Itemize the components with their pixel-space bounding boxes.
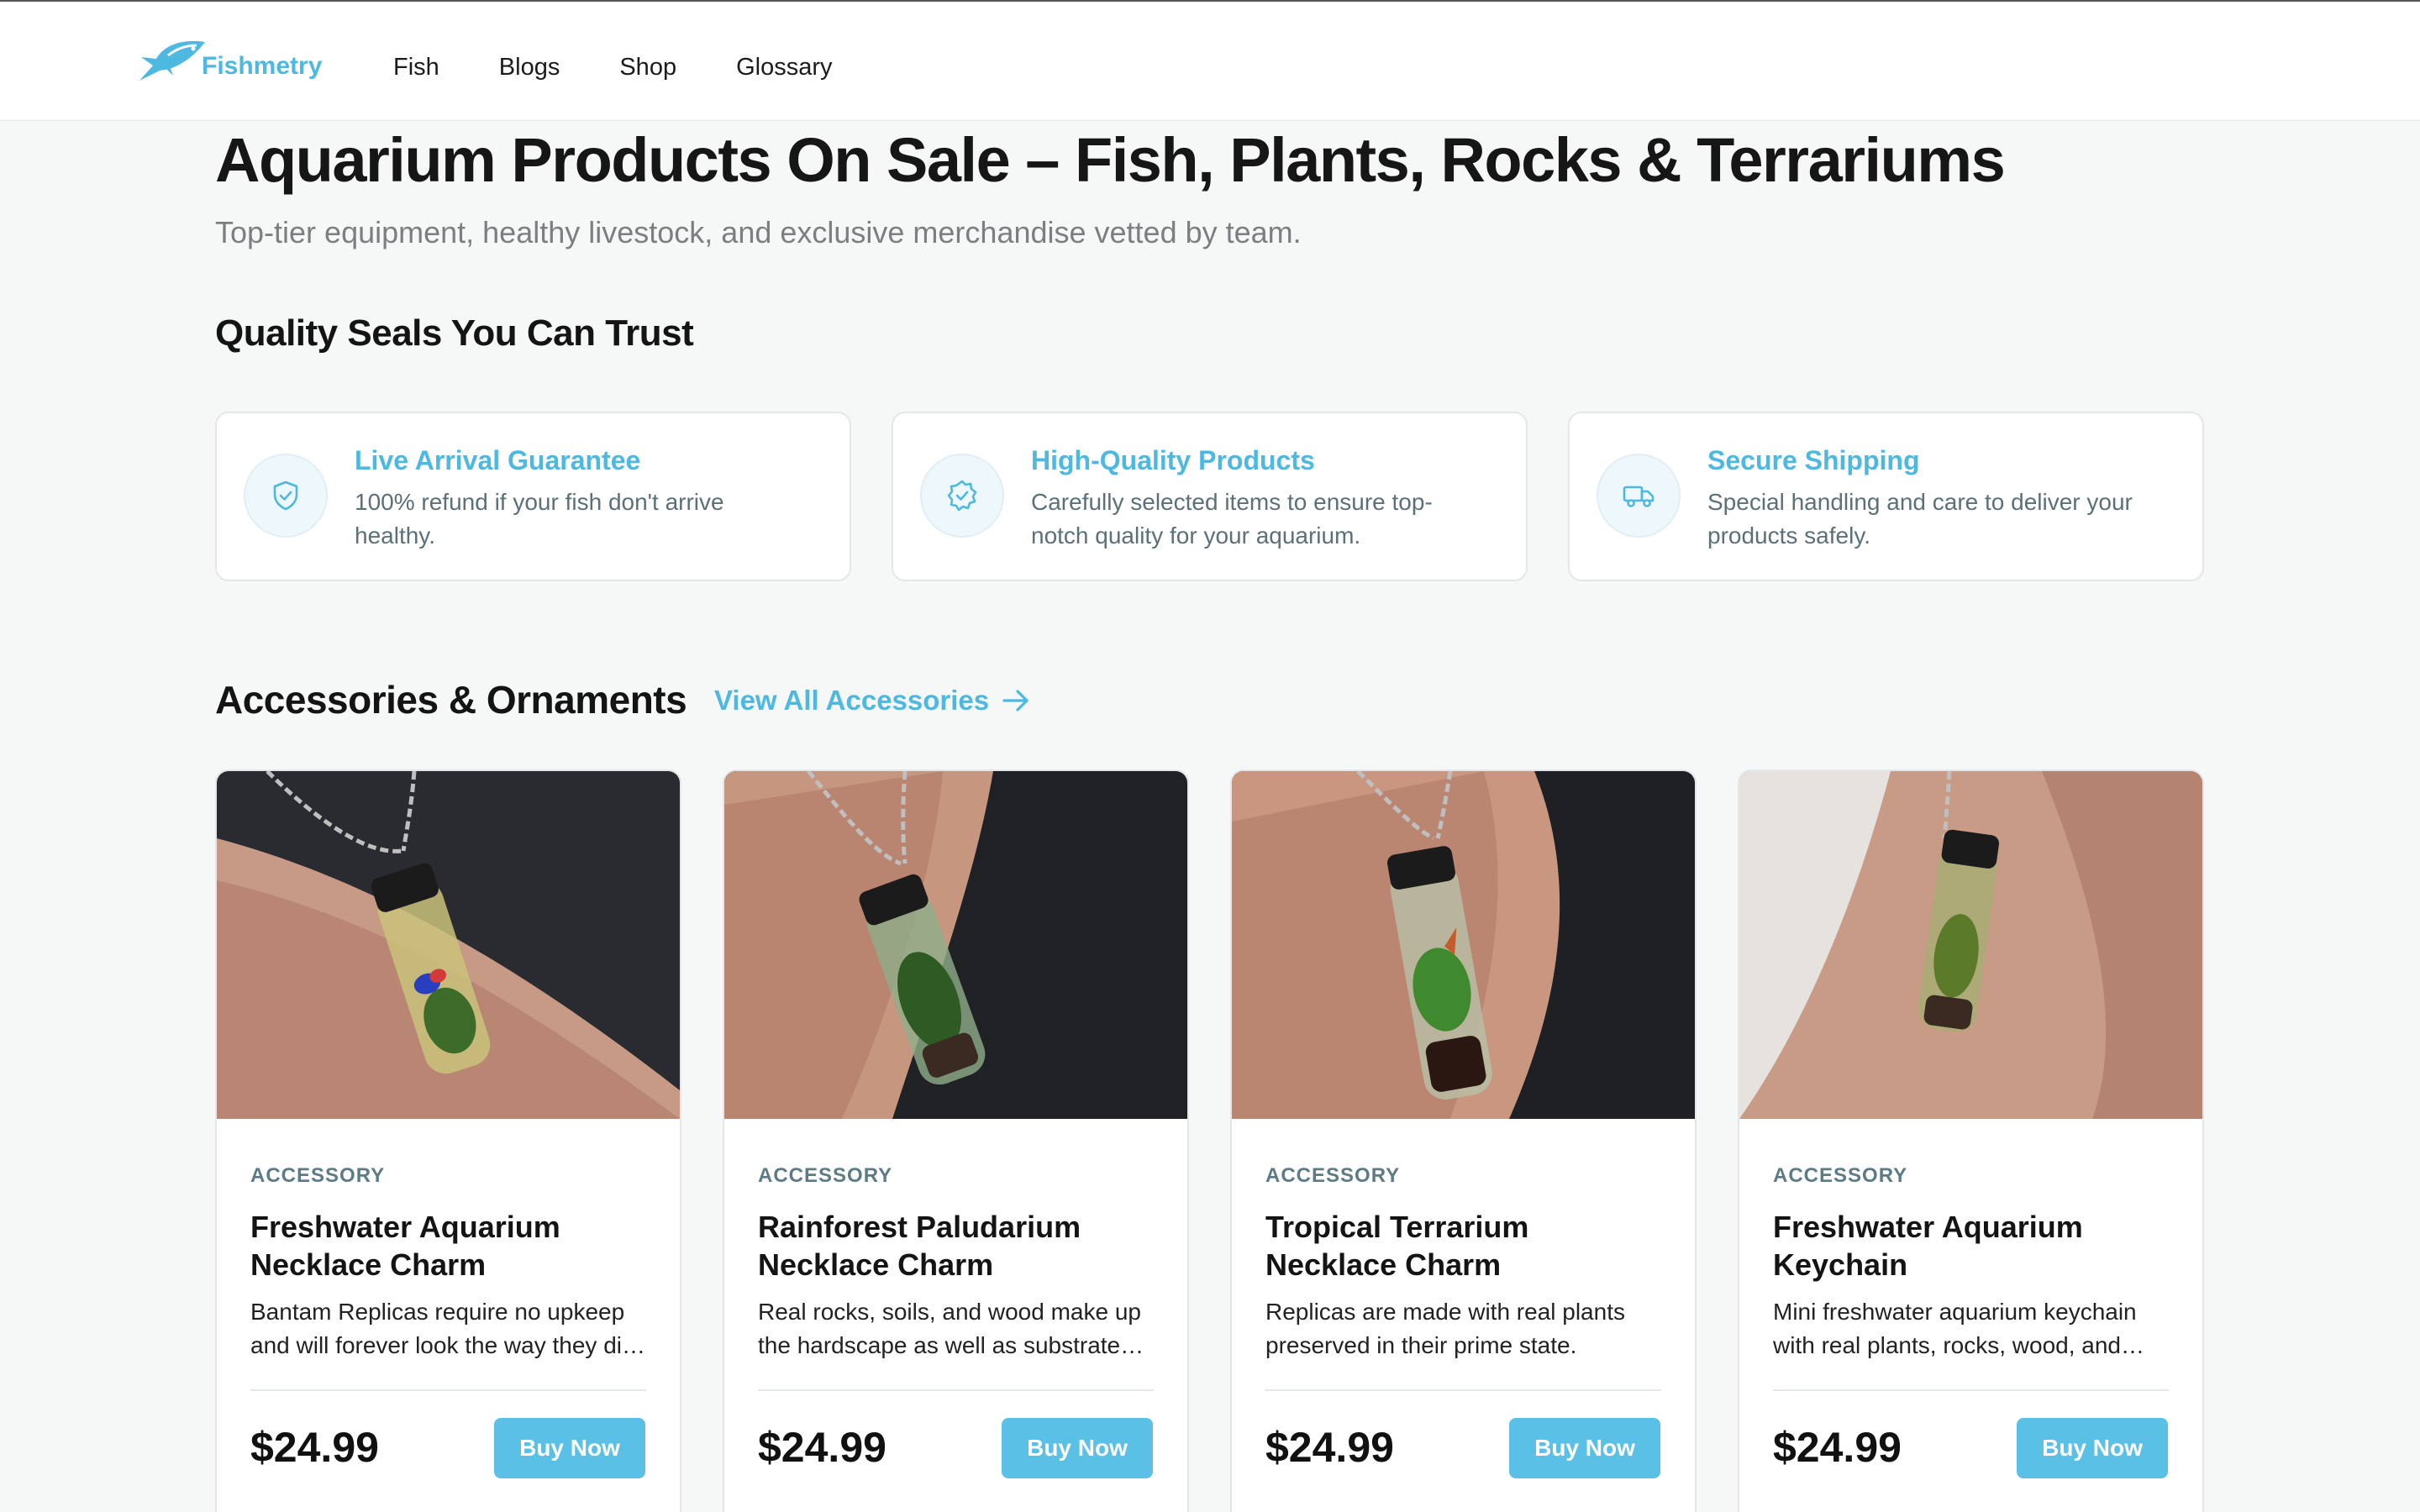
product-card[interactable]: ACCESSORY Freshwater Aquarium Necklace C… <box>215 769 681 1512</box>
brand-logo[interactable]: Fishmetry <box>134 32 322 91</box>
nav-links: Fish Blogs Shop Glossary <box>393 54 892 81</box>
buy-now-button[interactable]: Buy Now <box>1509 1418 1660 1478</box>
view-all-label: View All Accessories <box>714 685 990 716</box>
seal-title: High-Quality Products <box>1031 445 1315 475</box>
page-subtitle: Top-tier equipment, healthy livestock, a… <box>215 215 1302 249</box>
product-category: ACCESSORY <box>1773 1164 1908 1187</box>
product-card[interactable]: ACCESSORY Tropical Terrarium Necklace Ch… <box>1230 769 1697 1512</box>
product-card[interactable]: ACCESSORY Freshwater Aquarium Keychain M… <box>1738 769 2204 1512</box>
card-divider <box>758 1389 1154 1391</box>
product-name[interactable]: Rainforest Paludarium Necklace Charm <box>758 1208 1153 1284</box>
arrow-right-icon <box>1002 690 1028 711</box>
product-category: ACCESSORY <box>1265 1164 1401 1187</box>
seal-description: Special handling and care to deliver you… <box>1707 489 2133 549</box>
card-divider <box>250 1389 646 1391</box>
seal-card-high-quality: High-Quality Products Carefully selected… <box>892 412 1528 581</box>
card-divider <box>1773 1389 2169 1391</box>
seal-title: Live Arrival Guarantee <box>355 445 641 475</box>
product-name[interactable]: Freshwater Aquarium Necklace Charm <box>250 1208 645 1284</box>
top-navbar: Fishmetry Fish Blogs Shop Glossary <box>0 2 2420 121</box>
shield-check-icon <box>244 454 328 538</box>
seal-title: Secure Shipping <box>1707 445 1920 475</box>
fish-logo-icon <box>139 40 205 81</box>
badge-check-icon <box>920 454 1004 538</box>
product-category: ACCESSORY <box>758 1164 893 1187</box>
product-image[interactable] <box>1232 771 1695 1119</box>
seal-card-secure-shipping: Secure Shipping Special handling and car… <box>1568 412 2204 581</box>
product-description: Replicas are made with real plants prese… <box>1265 1299 1625 1358</box>
nav-link-glossary[interactable]: Glossary <box>736 54 832 81</box>
product-price: $24.99 <box>1773 1424 1902 1471</box>
seal-card-live-arrival: Live Arrival Guarantee 100% refund if yo… <box>215 412 851 581</box>
seal-description: Carefully selected items to ensure top-n… <box>1031 489 1433 549</box>
nav-link-fish[interactable]: Fish <box>393 54 439 81</box>
card-divider <box>1265 1389 1661 1391</box>
nav-link-blogs[interactable]: Blogs <box>499 54 560 81</box>
truck-icon <box>1597 454 1681 538</box>
buy-now-button[interactable]: Buy Now <box>2017 1418 2168 1478</box>
product-description: Real rocks, soils, and wood make up the … <box>758 1299 1141 1358</box>
quality-seals-heading: Quality Seals You Can Trust <box>215 312 694 354</box>
buy-now-button[interactable]: Buy Now <box>494 1418 645 1478</box>
product-description: Mini freshwater aquarium keychain with r… <box>1773 1299 2137 1358</box>
seal-description: 100% refund if your fish don't arrive he… <box>355 489 724 549</box>
nav-link-shop[interactable]: Shop <box>619 54 676 81</box>
view-all-accessories-link[interactable]: View All Accessories <box>714 684 1033 717</box>
product-description: Bantam Replicas require no upkeep and wi… <box>250 1299 635 1358</box>
product-price: $24.99 <box>250 1424 379 1471</box>
page-title: Aquarium Products On Sale – Fish, Plants… <box>215 125 2006 195</box>
product-image[interactable] <box>1739 771 2202 1119</box>
product-price: $24.99 <box>758 1424 886 1471</box>
brand-name: Fishmetry <box>202 52 323 80</box>
product-card[interactable]: ACCESSORY Rainforest Paludarium Necklace… <box>723 769 1189 1512</box>
product-name[interactable]: Freshwater Aquarium Keychain <box>1773 1208 2168 1284</box>
product-category: ACCESSORY <box>250 1164 386 1187</box>
product-image[interactable] <box>724 771 1187 1119</box>
product-price: $24.99 <box>1265 1424 1394 1471</box>
product-image[interactable] <box>217 771 680 1119</box>
accessories-heading: Accessories & Ornaments <box>215 678 687 722</box>
product-name[interactable]: Tropical Terrarium Necklace Charm <box>1265 1208 1660 1284</box>
buy-now-button[interactable]: Buy Now <box>1002 1418 1153 1478</box>
